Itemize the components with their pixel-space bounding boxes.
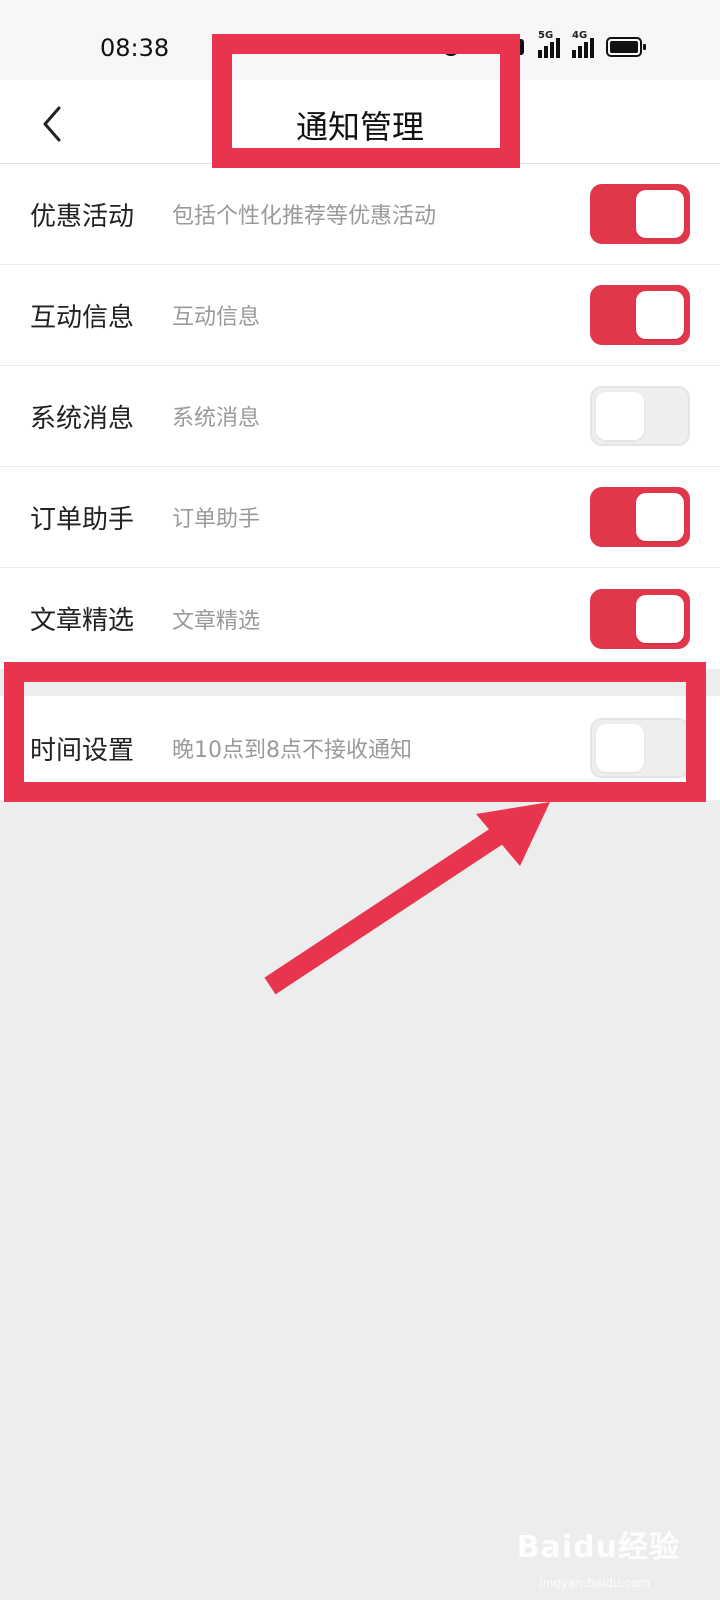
row-title: 互动信息 bbox=[30, 302, 135, 333]
list-item-promotions: 优惠活动 包括个性化推荐等优惠活动 bbox=[0, 164, 720, 265]
row-title: 文章精选 bbox=[30, 606, 135, 636]
nfc-icon bbox=[510, 39, 524, 55]
row-title: 订单助手 bbox=[30, 504, 135, 535]
list-item-orders: 订单助手 订单助手 bbox=[0, 467, 720, 568]
row-title: 优惠活动 bbox=[30, 201, 135, 232]
watermark-url: jingyan.baidu.com bbox=[539, 1576, 650, 1590]
row-desc: 文章精选 bbox=[172, 608, 261, 634]
row-desc: 包括个性化推荐等优惠活动 bbox=[172, 204, 437, 229]
interactions-toggle[interactable] bbox=[590, 285, 690, 345]
signal-4g-icon: 4G bbox=[572, 30, 594, 58]
list-item-interactions: 互动信息 互动信息 bbox=[0, 265, 720, 366]
list-item-time-setting: 时间设置 晚10点到8点不接收通知 bbox=[0, 696, 720, 800]
promotions-toggle[interactable] bbox=[590, 184, 690, 244]
status-bar: 08:38 5G 4G bbox=[0, 0, 720, 80]
orders-toggle[interactable] bbox=[590, 487, 690, 547]
notification-list: 优惠活动 包括个性化推荐等优惠活动 互动信息 互动信息 系统消息 系统消息 订单… bbox=[0, 164, 720, 669]
row-title: 时间设置 bbox=[30, 735, 135, 766]
row-desc: 晚10点到8点不接收通知 bbox=[172, 738, 412, 763]
battery-icon bbox=[606, 37, 646, 57]
row-desc: 互动信息 bbox=[172, 305, 261, 330]
watermark-logo: Baidu经验 bbox=[516, 1530, 680, 1565]
status-time: 08:38 bbox=[100, 34, 170, 62]
signal-5g-icon: 5G bbox=[538, 30, 560, 58]
nav-bar: 通知管理 bbox=[0, 80, 720, 164]
list-item-articles: 文章精选 文章精选 bbox=[0, 568, 720, 669]
articles-toggle[interactable] bbox=[590, 588, 690, 649]
row-title: 系统消息 bbox=[30, 403, 135, 434]
page-title: 通知管理 bbox=[295, 108, 424, 146]
row-desc: 系统消息 bbox=[172, 406, 261, 431]
time-setting-toggle[interactable] bbox=[590, 718, 690, 778]
system-toggle[interactable] bbox=[590, 386, 690, 446]
list-item-system: 系统消息 系统消息 bbox=[0, 366, 720, 467]
alarm-icon bbox=[442, 38, 460, 56]
vibrate-icon bbox=[481, 40, 489, 54]
row-desc: 订单助手 bbox=[172, 507, 261, 532]
status-icons: 5G 4G bbox=[440, 30, 646, 60]
